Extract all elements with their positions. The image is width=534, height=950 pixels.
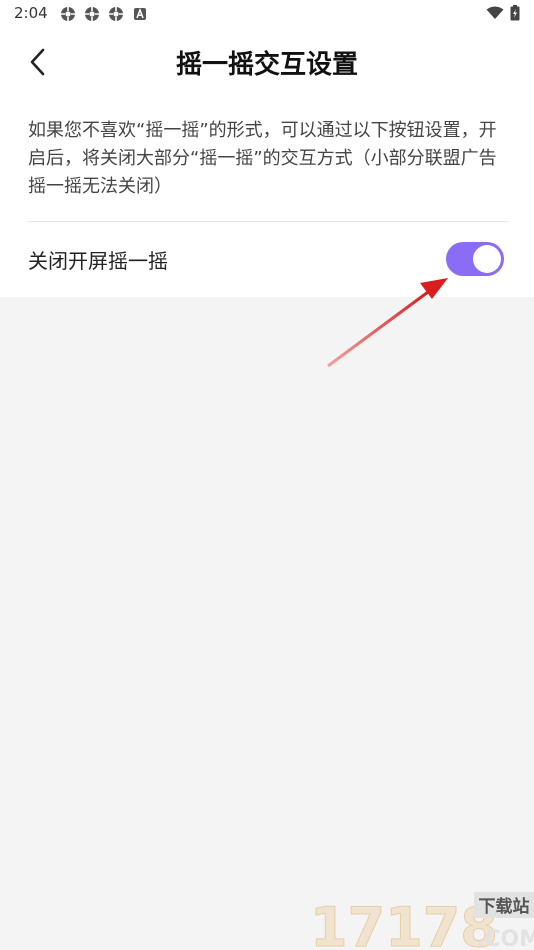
status-time: 2:04 xyxy=(14,4,48,22)
divider xyxy=(28,221,508,222)
settings-gear-icon xyxy=(85,7,99,21)
wifi-icon xyxy=(486,6,504,19)
watermark-domain: .COM xyxy=(476,927,534,950)
status-left-icons xyxy=(60,6,148,22)
page-title: 摇一摇交互设置 xyxy=(175,50,358,80)
watermark-logo: 17178 下载站 .COM xyxy=(310,892,534,950)
settings-gear-icon xyxy=(109,7,123,21)
status-bar: 2:04 xyxy=(0,0,534,28)
header: 摇一摇交互设置 xyxy=(0,32,534,92)
battery-icon xyxy=(510,5,520,21)
watermark-site-name: 下载站 xyxy=(479,896,530,917)
toggle-knob xyxy=(473,245,501,273)
a-notification-icon xyxy=(134,7,146,20)
status-right-icons xyxy=(486,5,520,21)
settings-gear-icon xyxy=(61,7,75,21)
watermark-number: 17178 xyxy=(310,896,498,950)
shake-toggle-switch[interactable] xyxy=(446,242,504,276)
toggle-label: 关闭开屏摇一摇 xyxy=(28,249,168,273)
description-text: 如果您不喜欢“摇一摇”的形式，可以通过以下按钮设置，开启后，将关闭大部分“摇一摇… xyxy=(28,120,497,197)
